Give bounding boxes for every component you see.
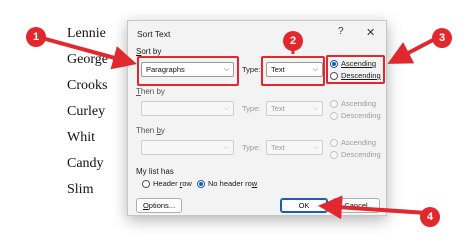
arrow-3 [387,38,434,64]
callout-4: 4 [420,207,440,227]
annotation-arrows [41,36,434,220]
arrow-4 [318,195,428,220]
callout-1: 1 [26,27,46,47]
callout-3: 3 [432,28,452,48]
arrow-1 [41,36,137,70]
callout-2: 2 [283,31,303,51]
